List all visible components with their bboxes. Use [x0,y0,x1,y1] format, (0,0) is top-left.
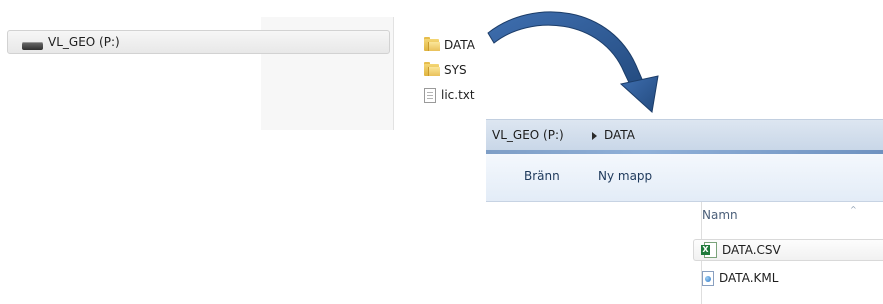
curved-arrow-icon [487,11,659,113]
